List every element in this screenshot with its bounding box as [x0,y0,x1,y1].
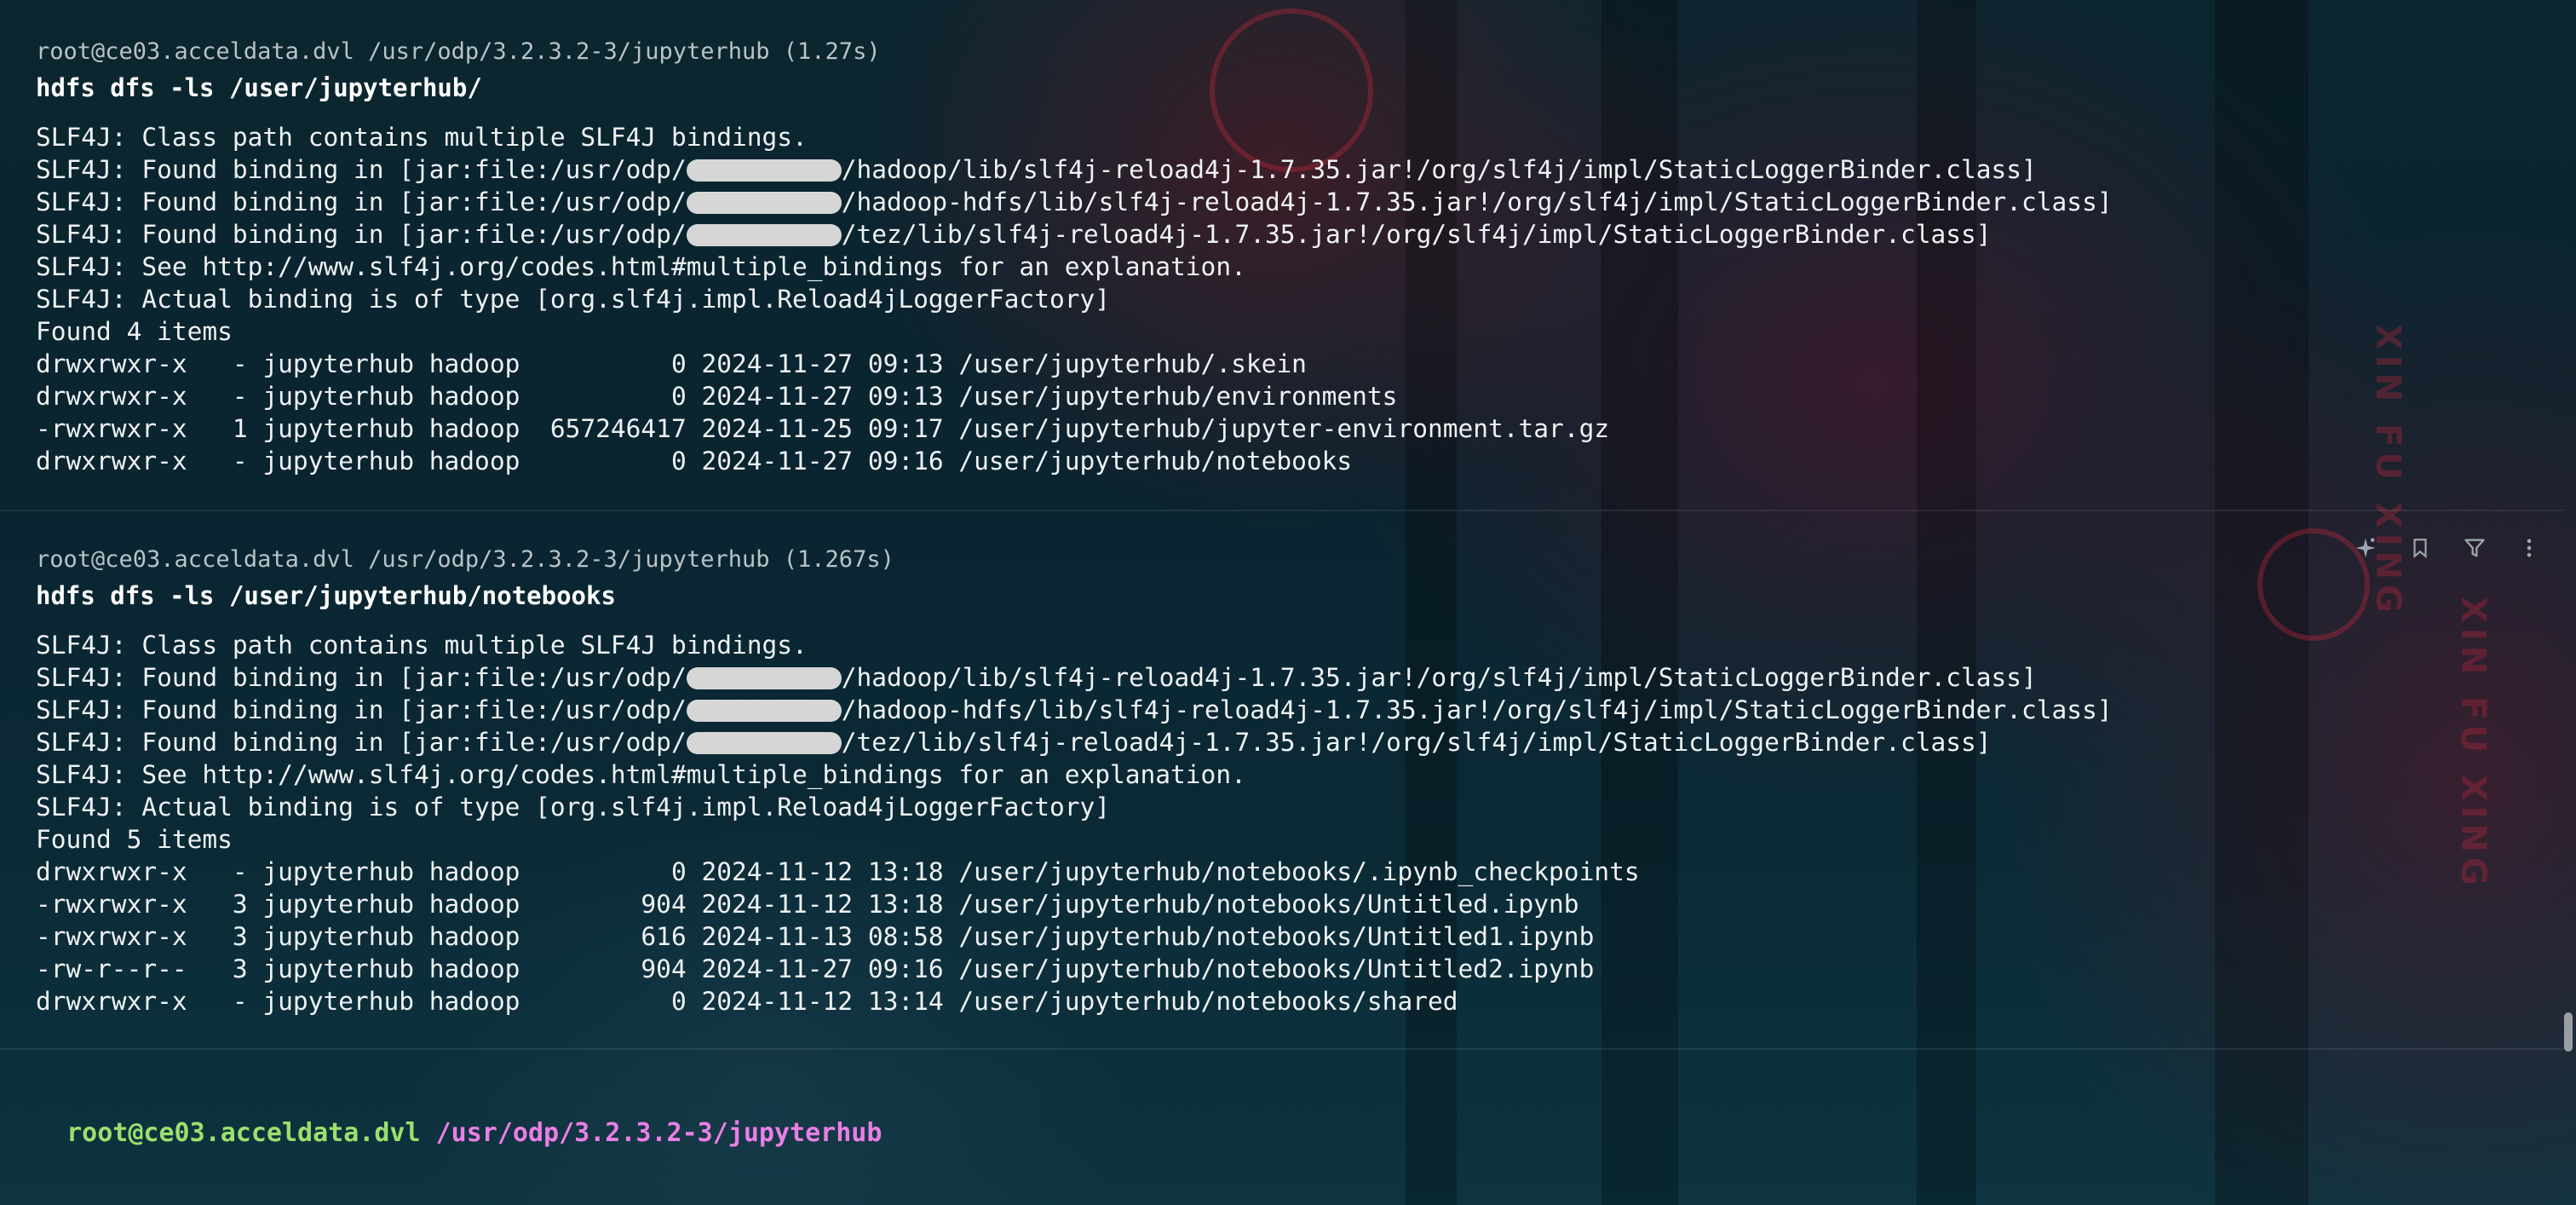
output-text: -rwxrwxr-x 3 jupyterhub hadoop 904 2024-… [36,890,1579,919]
redacted-version [686,224,842,246]
output-text: SLF4J: Found binding in [jar:file:/usr/o… [36,695,687,724]
redacted-version [686,667,842,689]
output-text: -rwxrwxr-x 1 jupyterhub hadoop 657246417… [36,414,1610,443]
output-text: drwxrwxr-x - jupyterhub hadoop 0 2024-11… [36,382,1398,411]
output-line: -rwxrwxr-x 1 jupyterhub hadoop 657246417… [36,412,2113,445]
output-text: SLF4J: Class path contains multiple SLF4… [36,123,808,152]
output-text: drwxrwxr-x - jupyterhub hadoop 0 2024-11… [36,857,1640,886]
output-text: SLF4J: See http://www.slf4j.org/codes.ht… [36,760,1246,789]
command-output[interactable]: SLF4J: Class path contains multiple SLF4… [36,629,2113,1018]
output-text: SLF4J: Found binding in [jar:file:/usr/o… [36,663,687,692]
redacted-version [686,732,842,754]
output-text: SLF4J: Found binding in [jar:file:/usr/o… [36,220,687,249]
output-line: SLF4J: See http://www.slf4j.org/codes.ht… [36,251,2113,283]
redacted-version [686,192,842,214]
filter-icon[interactable] [2462,535,2487,561]
block-separator [0,1048,2564,1050]
output-text: /tez/lib/slf4j-reload4j-1.7.35.jar!/org/… [841,728,1992,757]
sparkle-icon[interactable] [2353,535,2378,561]
redacted-version [686,700,842,722]
output-line: SLF4J: Found binding in [jar:file:/usr/o… [36,218,2113,251]
output-text: /hadoop-hdfs/lib/slf4j-reload4j-1.7.35.j… [841,695,2113,724]
output-line: -rw-r--r-- 3 jupyterhub hadoop 904 2024-… [36,953,2113,985]
prompt-path: /usr/odp/3.2.3.2-3/jupyterhub [435,1118,883,1148]
output-line: -rwxrwxr-x 3 jupyterhub hadoop 616 2024-… [36,920,2113,953]
output-line: SLF4J: Class path contains multiple SLF4… [36,121,2113,153]
output-line: SLF4J: Class path contains multiple SLF4… [36,629,2113,661]
output-text: /hadoop/lib/slf4j-reload4j-1.7.35.jar!/o… [841,663,2037,692]
command-output[interactable]: SLF4J: Class path contains multiple SLF4… [36,121,2113,477]
output-text: drwxrwxr-x - jupyterhub hadoop 0 2024-11… [36,447,1353,476]
output-line: SLF4J: Found binding in [jar:file:/usr/o… [36,661,2113,694]
output-line: Found 4 items [36,315,2113,348]
shell-prompt[interactable]: root@ce03.acceldata.dvl /usr/odp/3.2.3.2… [36,1082,882,1150]
output-line: drwxrwxr-x - jupyterhub hadoop 0 2024-11… [36,985,2113,1018]
output-text: SLF4J: Found binding in [jar:file:/usr/o… [36,155,687,184]
output-text: SLF4J: Found binding in [jar:file:/usr/o… [36,187,687,216]
block-toolbar [2353,535,2542,561]
command-text[interactable]: hdfs dfs -ls /user/jupyterhub/ [36,72,482,104]
output-line: SLF4J: Actual binding is of type [org.sl… [36,283,2113,315]
output-text: -rwxrwxr-x 3 jupyterhub hadoop 616 2024-… [36,922,1595,951]
output-line: SLF4J: Found binding in [jar:file:/usr/o… [36,694,2113,726]
command-text[interactable]: hdfs dfs -ls /user/jupyterhub/notebooks [36,579,616,612]
output-line: SLF4J: Found binding in [jar:file:/usr/o… [36,726,2113,758]
output-text: /tez/lib/slf4j-reload4j-1.7.35.jar!/org/… [841,220,1992,249]
output-text: -rw-r--r-- 3 jupyterhub hadoop 904 2024-… [36,954,1595,983]
bookmark-icon[interactable] [2407,535,2433,561]
output-line: SLF4J: See http://www.slf4j.org/codes.ht… [36,758,2113,791]
output-line: drwxrwxr-x - jupyterhub hadoop 0 2024-11… [36,445,2113,477]
output-line: SLF4J: Found binding in [jar:file:/usr/o… [36,153,2113,186]
output-line: SLF4J: Actual binding is of type [org.sl… [36,791,2113,823]
output-text: /hadoop-hdfs/lib/slf4j-reload4j-1.7.35.j… [841,187,2113,216]
output-text: SLF4J: Actual binding is of type [org.sl… [36,793,1110,822]
output-text: drwxrwxr-x - jupyterhub hadoop 0 2024-11… [36,349,1307,378]
output-text: /hadoop/lib/slf4j-reload4j-1.7.35.jar!/o… [841,155,2037,184]
output-text: drwxrwxr-x - jupyterhub hadoop 0 2024-11… [36,987,1458,1016]
output-line: drwxrwxr-x - jupyterhub hadoop 0 2024-11… [36,380,2113,412]
output-line: -rwxrwxr-x 3 jupyterhub hadoop 904 2024-… [36,888,2113,920]
command-block-header: root@ce03.acceldata.dvl /usr/odp/3.2.3.2… [36,38,881,65]
output-line: drwxrwxr-x - jupyterhub hadoop 0 2024-11… [36,348,2113,380]
scrollbar-thumb[interactable] [2564,1012,2573,1052]
output-text: SLF4J: See http://www.slf4j.org/codes.ht… [36,252,1246,281]
output-text: SLF4J: Actual binding is of type [org.sl… [36,285,1110,314]
more-vertical-icon[interactable] [2516,535,2542,561]
redacted-version [686,159,842,182]
output-text: Found 4 items [36,317,233,346]
prompt-host: root@ce03.acceldata.dvl [66,1118,421,1148]
block-separator [0,510,2564,511]
output-line: drwxrwxr-x - jupyterhub hadoop 0 2024-11… [36,856,2113,888]
output-line: Found 5 items [36,823,2113,856]
output-text: SLF4J: Class path contains multiple SLF4… [36,631,808,660]
output-text: Found 5 items [36,825,233,854]
command-block-header: root@ce03.acceldata.dvl /usr/odp/3.2.3.2… [36,546,894,573]
output-text: SLF4J: Found binding in [jar:file:/usr/o… [36,728,687,757]
output-line: SLF4J: Found binding in [jar:file:/usr/o… [36,186,2113,218]
